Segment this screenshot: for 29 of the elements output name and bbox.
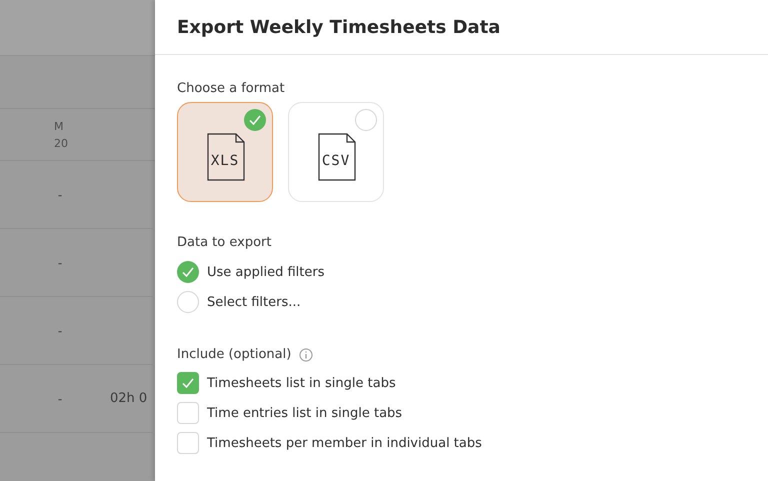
panel-title: Export Weekly Timesheets Data	[177, 16, 500, 38]
option-label: Select filters...	[207, 294, 301, 310]
section-label: Choose a format	[177, 81, 286, 96]
checkbox[interactable]	[177, 432, 199, 454]
file-icon	[318, 133, 356, 181]
section-label: Include (optional)	[177, 347, 292, 362]
table-cell-text: -	[56, 324, 64, 338]
check-icon	[244, 109, 266, 131]
file-icon	[207, 133, 245, 181]
radio-circle	[355, 109, 377, 131]
option-label: Time entries list in single tabs	[207, 406, 402, 420]
table-cell-text: -	[56, 256, 64, 270]
check-icon	[181, 265, 195, 279]
checkbox[interactable]	[177, 372, 199, 394]
day-label: M	[54, 120, 64, 132]
radio-button[interactable]	[177, 261, 199, 283]
table-cell-text: -	[56, 188, 64, 202]
date-label: 20	[54, 136, 68, 150]
option-label: Timesheets per member in individual tabs	[207, 436, 482, 450]
format-option[interactable]: XLS	[177, 102, 273, 202]
check-icon	[181, 376, 195, 390]
option-label: Timesheets list in single tabs	[207, 376, 396, 390]
checkbox[interactable]	[177, 402, 199, 424]
format-option[interactable]: CSV	[288, 102, 384, 202]
info-icon[interactable]	[299, 348, 314, 362]
section-label: Data to export	[177, 235, 272, 250]
table-cell: 02h 0	[110, 391, 148, 406]
radio-button[interactable]	[177, 291, 199, 313]
option-label: Use applied filters	[207, 264, 325, 280]
